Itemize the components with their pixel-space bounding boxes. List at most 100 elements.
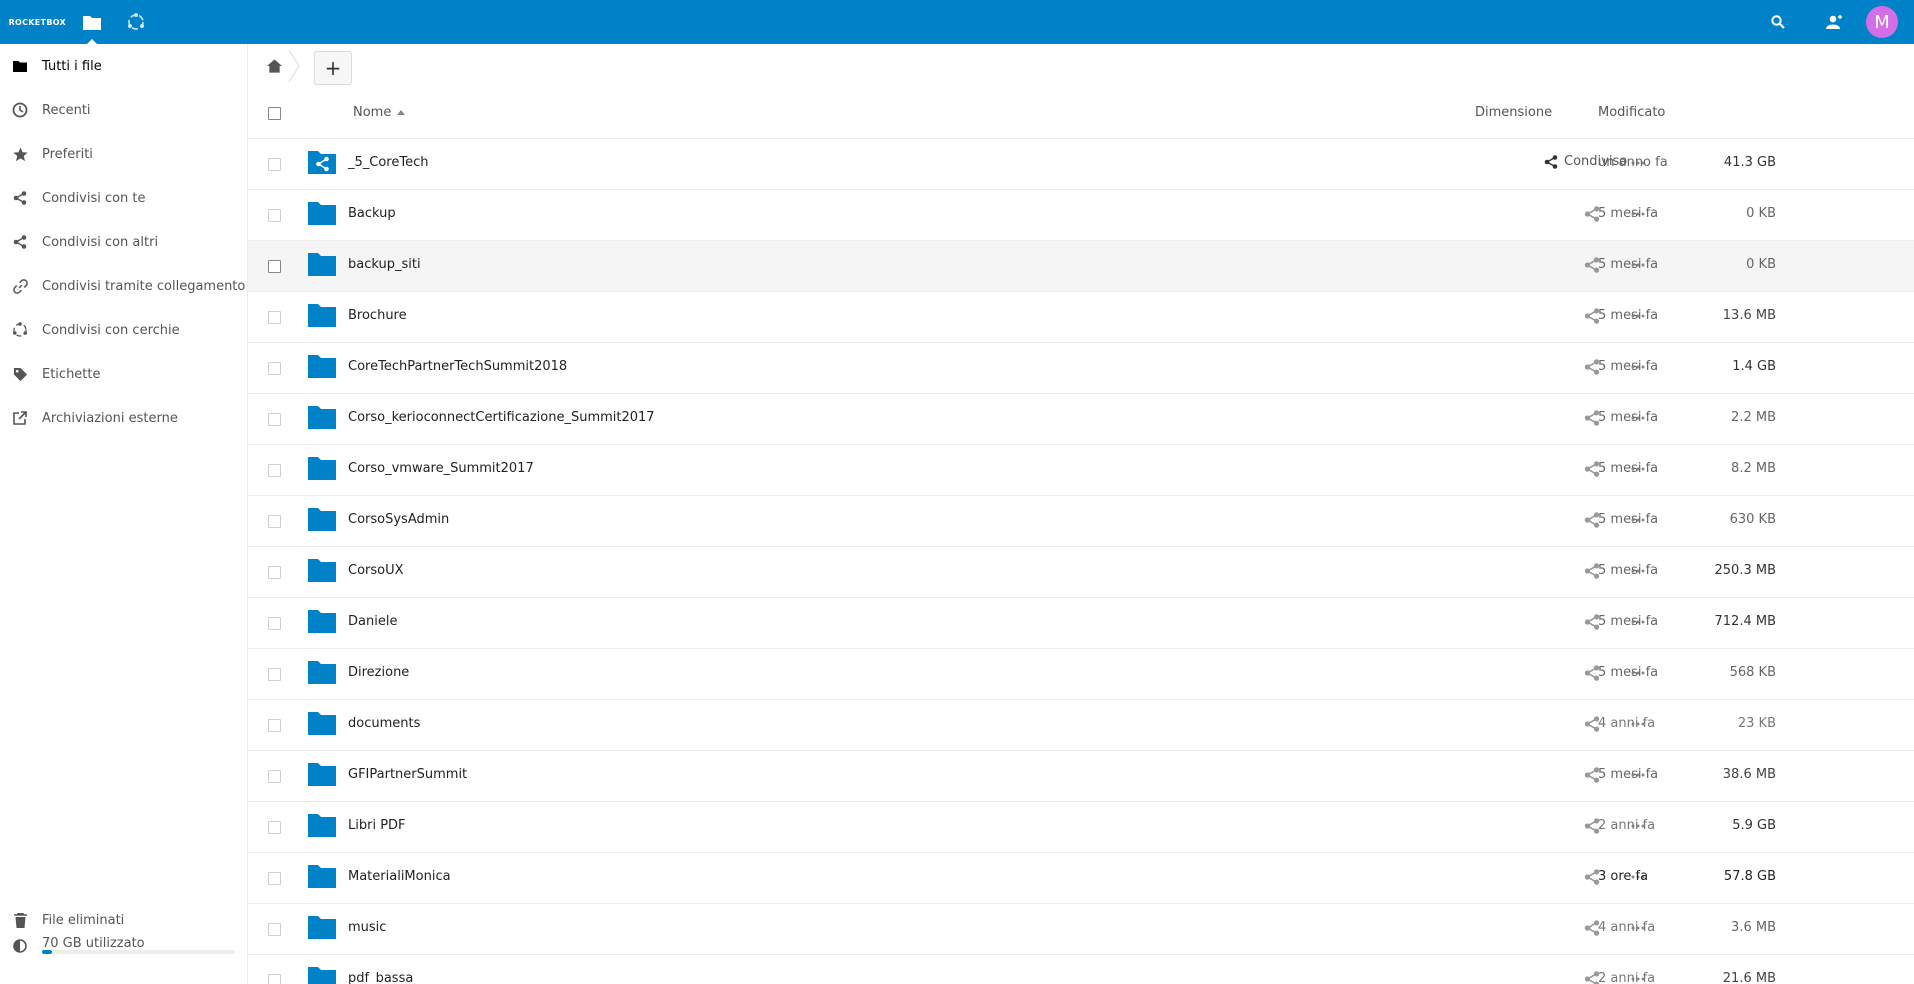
table-row[interactable]: Corso_kerioconnectCertificazione_Summit2… xyxy=(248,394,1914,445)
sidebar-item-shared-with-you[interactable]: Condivisi con te xyxy=(0,176,247,220)
new-file-button[interactable]: + xyxy=(314,51,352,85)
folder-icon[interactable] xyxy=(308,966,336,984)
sidebar-item-shared-with-circles[interactable]: Condivisi con cerchie xyxy=(0,308,247,352)
row-checkbox[interactable] xyxy=(268,617,281,630)
file-size: 5.9 GB xyxy=(1732,818,1776,833)
share-icon xyxy=(10,232,30,252)
table-row[interactable]: documents 23 KB 4 anni fa xyxy=(248,700,1914,751)
row-checkbox[interactable] xyxy=(268,413,281,426)
file-name[interactable]: CoreTechPartnerTechSummit2018 xyxy=(348,359,567,374)
folder-icon[interactable] xyxy=(308,711,336,735)
sidebar-item-tags[interactable]: Etichette xyxy=(0,352,247,396)
table-row[interactable]: pdf_bassa 21.6 MB 2 anni fa xyxy=(248,955,1914,984)
folder-icon[interactable] xyxy=(308,303,336,327)
folder-icon[interactable] xyxy=(308,201,336,225)
folder-icon[interactable] xyxy=(308,507,336,531)
file-name[interactable]: music xyxy=(348,920,386,935)
file-size: 712.4 MB xyxy=(1714,614,1776,629)
file-list-header: Nome Dimensione Modificato xyxy=(248,88,1914,139)
file-name[interactable]: _5_CoreTech xyxy=(348,155,428,170)
sidebar-quota: 70 GB utilizzato xyxy=(0,936,247,972)
circles-app-button[interactable] xyxy=(114,0,158,44)
sidebar-item-shared-with-others[interactable]: Condivisi con altri xyxy=(0,220,247,264)
table-row[interactable]: Daniele 712.4 MB 5 mesi fa xyxy=(248,598,1914,649)
folder-icon[interactable] xyxy=(308,864,336,888)
row-checkbox[interactable] xyxy=(268,770,281,783)
folder-icon[interactable] xyxy=(308,609,336,633)
file-name[interactable]: Corso_kerioconnectCertificazione_Summit2… xyxy=(348,410,655,425)
row-checkbox[interactable] xyxy=(268,515,281,528)
app-logo[interactable]: ROCKETBOX xyxy=(6,8,66,36)
file-name[interactable]: CorsoSysAdmin xyxy=(348,512,449,527)
row-checkbox[interactable] xyxy=(268,566,281,579)
row-checkbox[interactable] xyxy=(268,974,281,984)
folder-icon[interactable] xyxy=(308,558,336,582)
file-name[interactable]: MaterialiMonica xyxy=(348,869,451,884)
file-name[interactable]: Libri PDF xyxy=(348,818,406,833)
contacts-button[interactable] xyxy=(1812,0,1856,44)
folder-icon[interactable] xyxy=(308,915,336,939)
file-name[interactable]: backup_siti xyxy=(348,257,421,272)
table-row[interactable]: CoreTechPartnerTechSummit2018 1.4 GB 5 m… xyxy=(248,343,1914,394)
folder-icon[interactable] xyxy=(308,813,336,837)
file-name[interactable]: GFIPartnerSummit xyxy=(348,767,467,782)
file-name[interactable]: pdf_bassa xyxy=(348,971,413,984)
table-row[interactable]: Libri PDF 5.9 GB 2 anni fa xyxy=(248,802,1914,853)
sidebar-item-recent[interactable]: Recenti xyxy=(0,88,247,132)
column-header-name[interactable]: Nome xyxy=(353,105,406,120)
sidebar-item-all-files[interactable]: Tutti i file xyxy=(0,44,247,88)
file-name[interactable]: Backup xyxy=(348,206,396,221)
row-checkbox[interactable] xyxy=(268,923,281,936)
table-row[interactable]: Corso_vmware_Summit2017 8.2 MB 5 mesi fa xyxy=(248,445,1914,496)
folder-icon[interactable] xyxy=(308,456,336,480)
table-row[interactable]: CorsoSysAdmin 630 KB 5 mesi fa xyxy=(248,496,1914,547)
search-button[interactable] xyxy=(1756,0,1800,44)
row-checkbox[interactable] xyxy=(268,209,281,222)
file-name[interactable]: Daniele xyxy=(348,614,397,629)
column-header-modified[interactable]: Modificato xyxy=(1598,105,1665,120)
sidebar-item-favorites[interactable]: Preferiti xyxy=(0,132,247,176)
star-icon xyxy=(10,144,30,164)
file-name[interactable]: Brochure xyxy=(348,308,407,323)
row-checkbox[interactable] xyxy=(268,821,281,834)
file-name[interactable]: CorsoUX xyxy=(348,563,404,578)
row-checkbox[interactable] xyxy=(268,668,281,681)
sidebar: Tutti i file Recenti Preferiti Condivisi… xyxy=(0,44,248,984)
table-row[interactable]: Direzione 568 KB 5 mesi fa xyxy=(248,649,1914,700)
file-name[interactable]: Corso_vmware_Summit2017 xyxy=(348,461,534,476)
table-row[interactable]: GFIPartnerSummit 38.6 MB 5 mesi fa xyxy=(248,751,1914,802)
row-checkbox[interactable] xyxy=(268,362,281,375)
row-checkbox[interactable] xyxy=(268,311,281,324)
file-name[interactable]: documents xyxy=(348,716,420,731)
row-checkbox[interactable] xyxy=(268,158,281,171)
folder-icon[interactable] xyxy=(308,354,336,378)
row-checkbox[interactable] xyxy=(268,464,281,477)
folder-icon[interactable] xyxy=(308,660,336,684)
folder-icon[interactable] xyxy=(308,252,336,276)
table-row[interactable]: Backup 0 KB 5 mesi fa xyxy=(248,190,1914,241)
file-size: 38.6 MB xyxy=(1722,767,1776,782)
folder-icon[interactable] xyxy=(308,405,336,429)
file-name[interactable]: Direzione xyxy=(348,665,409,680)
sidebar-item-external-storage[interactable]: Archiviazioni esterne xyxy=(0,396,247,440)
table-row[interactable]: MaterialiMonica 57.8 GB 3 ore fa xyxy=(248,853,1914,904)
select-all-checkbox[interactable] xyxy=(268,107,281,120)
file-modified: 5 mesi fa xyxy=(1598,767,1659,782)
column-header-size[interactable]: Dimensione xyxy=(1475,105,1552,120)
row-checkbox[interactable] xyxy=(268,719,281,732)
breadcrumb-home[interactable] xyxy=(262,54,286,78)
files-app-button[interactable] xyxy=(70,0,114,44)
table-row[interactable]: Brochure 13.6 MB 5 mesi fa xyxy=(248,292,1914,343)
table-row[interactable]: music 3.6 MB 4 anni fa xyxy=(248,904,1914,955)
row-checkbox[interactable] xyxy=(268,260,281,273)
table-row[interactable]: CorsoUX 250.3 MB 5 mesi fa xyxy=(248,547,1914,598)
sidebar-item-label: Tutti i file xyxy=(42,58,102,74)
folder-icon[interactable] xyxy=(308,762,336,786)
user-avatar[interactable]: M xyxy=(1866,6,1898,38)
sidebar-item-shared-by-link[interactable]: Condivisi tramite collegamento xyxy=(0,264,247,308)
table-row[interactable]: backup_siti 0 KB 5 mesi fa xyxy=(248,241,1914,292)
shared-folder-icon[interactable] xyxy=(308,150,336,174)
table-row[interactable]: _5_CoreTech Condiviso 41.3 GB un anno fa xyxy=(248,139,1914,190)
sidebar-item-label: Condivisi tramite collegamento xyxy=(42,278,246,294)
row-checkbox[interactable] xyxy=(268,872,281,885)
